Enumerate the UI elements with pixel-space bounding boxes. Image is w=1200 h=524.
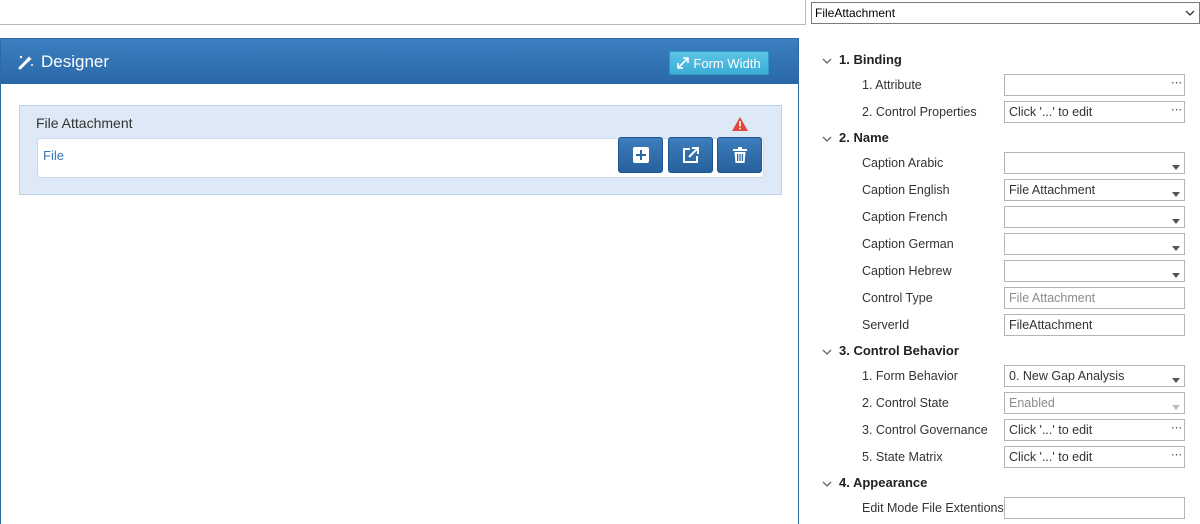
ellipsis-button[interactable]: ⋯ <box>1171 76 1182 89</box>
property-value: File Attachment <box>1009 183 1096 197</box>
property-value-field[interactable] <box>1004 260 1185 282</box>
ellipsis-button[interactable]: ⋯ <box>1171 421 1182 434</box>
property-value-field[interactable]: Click '...' to edit ⋯ <box>1004 419 1185 441</box>
property-value: FileAttachment <box>1009 318 1093 332</box>
property-name: Control Type <box>862 291 933 305</box>
chevron-down-icon <box>1185 7 1195 17</box>
property-name: 2. Control State <box>862 396 949 410</box>
expand-icon <box>677 57 690 69</box>
property-name: ServerId <box>862 318 910 332</box>
external-link-icon <box>682 147 699 163</box>
property-value-field[interactable]: Enabled <box>1004 392 1185 414</box>
property-name: Caption French <box>862 210 948 224</box>
file-attachment-control[interactable]: File Attachment File <box>19 105 782 195</box>
control-caption: File Attachment <box>36 115 133 131</box>
property-value: 0. New Gap Analysis <box>1009 369 1125 383</box>
trash-icon <box>732 147 747 163</box>
property-value-field[interactable] <box>1004 206 1185 228</box>
property-value: Enabled <box>1009 396 1055 410</box>
property-value-field[interactable]: FileAttachment <box>1004 314 1185 336</box>
chevron-down-icon[interactable] <box>822 55 832 65</box>
property-row-caption-hebrew: Caption Hebrew <box>806 258 1200 285</box>
plus-icon <box>632 147 649 163</box>
property-value-field[interactable] <box>1004 497 1185 519</box>
designer-panel: Designer Form Width File Attachment File <box>0 38 799 524</box>
property-name: 2. Control Properties <box>862 105 977 119</box>
property-name: Edit Mode File Extentions <box>862 501 1004 515</box>
ellipsis-button[interactable]: ⋯ <box>1171 448 1182 461</box>
property-name: Caption German <box>862 237 954 251</box>
property-value-field[interactable] <box>1004 152 1185 174</box>
property-value-field[interactable]: File Attachment <box>1004 179 1185 201</box>
property-value: File Attachment <box>1009 291 1096 305</box>
dropdown-arrow-icon[interactable] <box>1172 160 1180 170</box>
designer-header: Designer Form Width <box>1 39 798 84</box>
property-row-caption-arabic: Caption Arabic <box>806 150 1200 177</box>
category-label: 2. Name <box>839 130 889 145</box>
property-name: 1. Attribute <box>862 78 922 92</box>
dropdown-arrow-icon[interactable] <box>1172 241 1180 251</box>
property-row-caption-german: Caption German <box>806 231 1200 258</box>
property-name: Caption English <box>862 183 950 197</box>
designer-title: Designer <box>17 52 109 72</box>
property-row-2-control-state: 2. Control State Enabled <box>806 390 1200 417</box>
form-width-label: Form Width <box>693 55 761 71</box>
open-button[interactable] <box>668 137 713 173</box>
property-value-field[interactable]: File Attachment <box>1004 287 1185 309</box>
property-value-field[interactable] <box>1004 233 1185 255</box>
property-value: Click '...' to edit <box>1009 450 1093 464</box>
category-label: 4. Appearance <box>839 475 928 490</box>
chevron-down-icon[interactable] <box>822 478 832 488</box>
add-button[interactable] <box>618 137 663 173</box>
category-2-name[interactable]: 2. Name <box>806 126 1200 150</box>
property-name: 3. Control Governance <box>862 423 988 437</box>
ellipsis-button[interactable]: ⋯ <box>1171 103 1182 116</box>
property-name: Caption Arabic <box>862 156 944 170</box>
form-width-button[interactable]: Form Width <box>669 51 769 75</box>
chevron-down-icon[interactable] <box>822 133 832 143</box>
category-1-binding[interactable]: 1. Binding <box>806 48 1200 72</box>
property-panel: FileAttachment 1. Binding 1. Attribute ⋯ 2.… <box>806 0 1200 524</box>
object-selector[interactable]: FileAttachment <box>811 2 1200 24</box>
property-name: Caption Hebrew <box>862 264 952 278</box>
property-value: Click '...' to edit <box>1009 105 1093 119</box>
chevron-down-icon[interactable] <box>822 346 832 356</box>
file-field-label: File <box>43 148 64 163</box>
warning-icon <box>732 117 748 131</box>
property-name: 5. State Matrix <box>862 450 943 464</box>
property-row-3-control-governance: 3. Control Governance Click '...' to edit… <box>806 417 1200 444</box>
magic-wand-icon <box>17 53 35 71</box>
category-label: 1. Binding <box>839 52 902 67</box>
object-selector-value: FileAttachment <box>815 6 896 20</box>
property-row-5-state-matrix: 5. State Matrix Click '...' to edit ⋯ <box>806 444 1200 471</box>
property-value: Click '...' to edit <box>1009 423 1093 437</box>
dropdown-arrow-icon[interactable] <box>1172 400 1180 410</box>
dropdown-arrow-icon[interactable] <box>1172 268 1180 278</box>
category-3-control-behavior[interactable]: 3. Control Behavior <box>806 339 1200 363</box>
category-4-appearance[interactable]: 4. Appearance <box>806 471 1200 495</box>
delete-button[interactable] <box>717 137 762 173</box>
property-row-1-attribute: 1. Attribute ⋯ <box>806 72 1200 99</box>
property-name: 1. Form Behavior <box>862 369 958 383</box>
property-row-control-type: Control Type File Attachment <box>806 285 1200 312</box>
property-value-field[interactable]: ⋯ <box>1004 74 1185 96</box>
dropdown-arrow-icon[interactable] <box>1172 373 1180 383</box>
designer-top-input[interactable] <box>0 0 806 25</box>
property-value-field[interactable]: Click '...' to edit ⋯ <box>1004 446 1185 468</box>
property-row-edit-mode-file-extentions: Edit Mode File Extentions <box>806 495 1200 522</box>
dropdown-arrow-icon[interactable] <box>1172 214 1180 224</box>
property-row-1-form-behavior: 1. Form Behavior 0. New Gap Analysis <box>806 363 1200 390</box>
property-row-serverid: ServerId FileAttachment <box>806 312 1200 339</box>
property-value-field[interactable]: 0. New Gap Analysis <box>1004 365 1185 387</box>
category-label: 3. Control Behavior <box>839 343 959 358</box>
property-value-field[interactable]: Click '...' to edit ⋯ <box>1004 101 1185 123</box>
designer-title-label: Designer <box>41 51 110 71</box>
dropdown-arrow-icon[interactable] <box>1172 187 1180 197</box>
property-row-2-control-properties: 2. Control Properties Click '...' to edit… <box>806 99 1200 126</box>
property-row-caption-french: Caption French <box>806 204 1200 231</box>
property-row-caption-english: Caption English File Attachment <box>806 177 1200 204</box>
